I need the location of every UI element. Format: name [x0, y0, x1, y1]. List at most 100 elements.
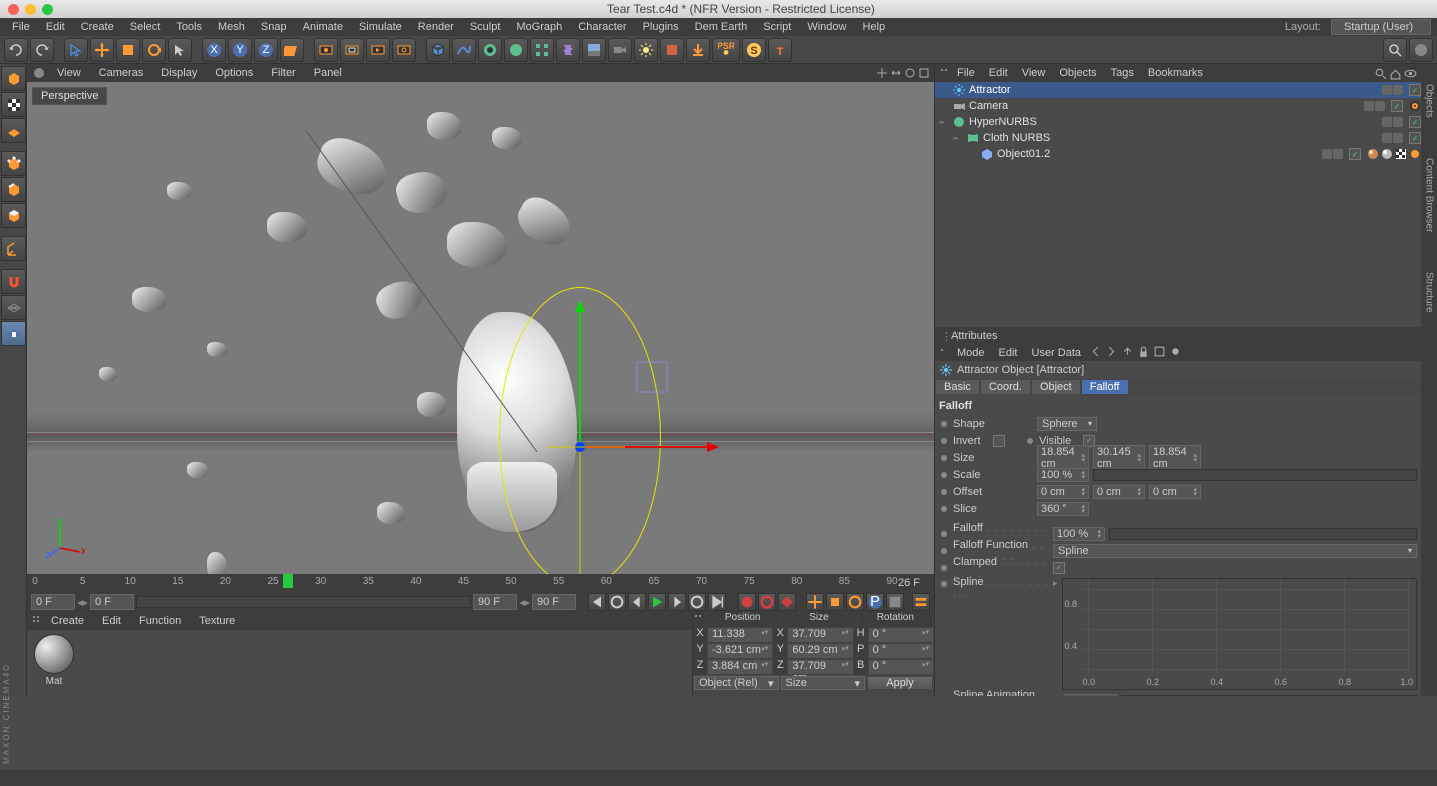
- coords-size-dropdown[interactable]: Size▾: [781, 676, 866, 690]
- scale-field[interactable]: 100 %▴▾: [1037, 468, 1089, 482]
- falloff-func-dropdown[interactable]: Spline▾: [1053, 544, 1417, 558]
- visibility-editor-dot[interactable]: [1382, 133, 1392, 143]
- size-y-field[interactable]: 30.145 cm▴▾: [1093, 445, 1145, 471]
- workplane-mode[interactable]: [1, 118, 26, 143]
- add-scene[interactable]: [660, 38, 684, 62]
- autokey-button[interactable]: [758, 593, 776, 611]
- menu-window[interactable]: Window: [801, 19, 852, 35]
- attr-pin-icon[interactable]: [1169, 345, 1182, 358]
- start-frame-field-2[interactable]: 0 F: [90, 594, 134, 610]
- vp-pan-icon[interactable]: [876, 67, 888, 79]
- mat-menu-function[interactable]: Function: [131, 613, 189, 629]
- start-frame-field[interactable]: 0 F: [31, 594, 75, 610]
- add-nurbs[interactable]: [504, 38, 528, 62]
- tag-tex-icon[interactable]: [1381, 148, 1393, 160]
- menu-sculpt[interactable]: Sculpt: [464, 19, 507, 35]
- attr-lock-icon[interactable]: [1137, 345, 1150, 358]
- frame-slider[interactable]: [136, 596, 471, 608]
- size-z-field[interactable]: 18.854 cm▴▾: [1149, 445, 1201, 471]
- select-tool[interactable]: [64, 38, 88, 62]
- key-pla-button[interactable]: [886, 593, 904, 611]
- attr-up-icon[interactable]: [1121, 345, 1134, 358]
- visibility-render-dot[interactable]: [1393, 85, 1403, 95]
- polygon-mode[interactable]: [1, 203, 26, 228]
- invert-checkbox[interactable]: [993, 435, 1005, 447]
- add-cube[interactable]: [426, 38, 450, 62]
- mat-menu-texture[interactable]: Texture: [191, 613, 243, 629]
- visibility-render-dot[interactable]: [1333, 149, 1343, 159]
- coord-pos-field[interactable]: 11.338 cm▴▾: [707, 627, 773, 643]
- attr-tab-coord[interactable]: Coord.: [980, 379, 1031, 395]
- menu-demearth[interactable]: Dem Earth: [689, 19, 754, 35]
- menu-plugins[interactable]: Plugins: [637, 19, 685, 35]
- key-rot-button[interactable]: [846, 593, 864, 611]
- menu-script[interactable]: Script: [757, 19, 797, 35]
- viewport[interactable]: Perspective: [27, 82, 934, 574]
- visibility-render-dot[interactable]: [1375, 101, 1385, 111]
- om-menu-bookmarks[interactable]: Bookmarks: [1142, 65, 1209, 81]
- maximize-window-button[interactable]: [42, 4, 53, 15]
- menu-animate[interactable]: Animate: [297, 19, 349, 35]
- spline-speed-slider[interactable]: [1121, 695, 1417, 697]
- visibility-editor-dot[interactable]: [1382, 85, 1392, 95]
- om-menu-file[interactable]: File: [951, 65, 981, 81]
- attr-menu-edit[interactable]: Edit: [993, 346, 1024, 360]
- key-pos-button[interactable]: [806, 593, 824, 611]
- vp-menu-display[interactable]: Display: [153, 65, 205, 81]
- material-item[interactable]: Mat: [31, 634, 77, 692]
- workplane-snap[interactable]: [1, 295, 26, 320]
- point-mode[interactable]: [1, 151, 26, 176]
- timeline-playhead[interactable]: [283, 574, 293, 588]
- vp-zoom-icon[interactable]: [890, 67, 902, 79]
- falloff-slider[interactable]: [1109, 528, 1417, 540]
- menu-character[interactable]: Character: [572, 19, 632, 35]
- attr-tab-basic[interactable]: Basic: [935, 379, 980, 395]
- z-axis-lock[interactable]: Z: [254, 38, 278, 62]
- menu-render[interactable]: Render: [412, 19, 460, 35]
- shape-dropdown[interactable]: Sphere▾: [1037, 417, 1097, 431]
- add-camera[interactable]: [608, 38, 632, 62]
- render-pv[interactable]: [366, 38, 390, 62]
- tag-cloth-icon[interactable]: [1395, 148, 1407, 160]
- menu-select[interactable]: Select: [124, 19, 167, 35]
- tag-force-icon[interactable]: [1409, 148, 1421, 160]
- timeline-ruler[interactable]: 051015202530354045505560657075808590 26 …: [27, 574, 934, 592]
- record-button[interactable]: [738, 593, 756, 611]
- render-settings[interactable]: [392, 38, 416, 62]
- coord-rot-field[interactable]: 0 °▴▾: [868, 627, 934, 643]
- axis-mode[interactable]: [1, 236, 26, 261]
- om-menu-objects[interactable]: Objects: [1053, 65, 1102, 81]
- coord-system[interactable]: [280, 38, 304, 62]
- y-axis-lock[interactable]: Y: [228, 38, 252, 62]
- coord-pos-field[interactable]: 3.884 cm▴▾: [707, 659, 773, 675]
- end-frame-field[interactable]: 90 F: [473, 594, 517, 610]
- offset-z-field[interactable]: 0 cm▴▾: [1149, 485, 1201, 499]
- play-button[interactable]: [648, 593, 666, 611]
- psr-button[interactable]: PSR: [712, 38, 740, 62]
- spline-speed-field[interactable]: 0 %▴▾: [1065, 694, 1117, 697]
- tag-phong-icon[interactable]: [1367, 148, 1379, 160]
- slice-field[interactable]: 360 °▴▾: [1037, 502, 1089, 516]
- layout-dropdown[interactable]: Startup (User): [1331, 19, 1431, 35]
- vp-rotate-icon[interactable]: [904, 67, 916, 79]
- prev-frame-button[interactable]: [628, 593, 646, 611]
- end-frame-field-2[interactable]: 90 F: [532, 594, 576, 610]
- goto-start-button[interactable]: [588, 593, 606, 611]
- vp-menu-view[interactable]: View: [49, 65, 89, 81]
- offset-y-field[interactable]: 0 cm▴▾: [1093, 485, 1145, 499]
- s-button[interactable]: S: [742, 38, 766, 62]
- menu-edit[interactable]: Edit: [40, 19, 71, 35]
- close-window-button[interactable]: [8, 4, 19, 15]
- coords-mode-dropdown[interactable]: Object (Rel)▾: [694, 676, 779, 690]
- keyframe-sel-button[interactable]: [778, 593, 796, 611]
- t-button[interactable]: T: [768, 38, 792, 62]
- tab-objects[interactable]: Objects: [1424, 84, 1435, 118]
- add-light[interactable]: [634, 38, 658, 62]
- tree-row-object012[interactable]: Object01.2✓: [935, 146, 1421, 162]
- texture-mode[interactable]: [1, 92, 26, 117]
- enable-checkbox[interactable]: ✓: [1409, 84, 1421, 96]
- om-home-icon[interactable]: [1389, 67, 1402, 80]
- attr-menu-mode[interactable]: Mode: [951, 346, 991, 360]
- attr-fwd-icon[interactable]: [1105, 345, 1118, 358]
- add-deformer[interactable]: [556, 38, 580, 62]
